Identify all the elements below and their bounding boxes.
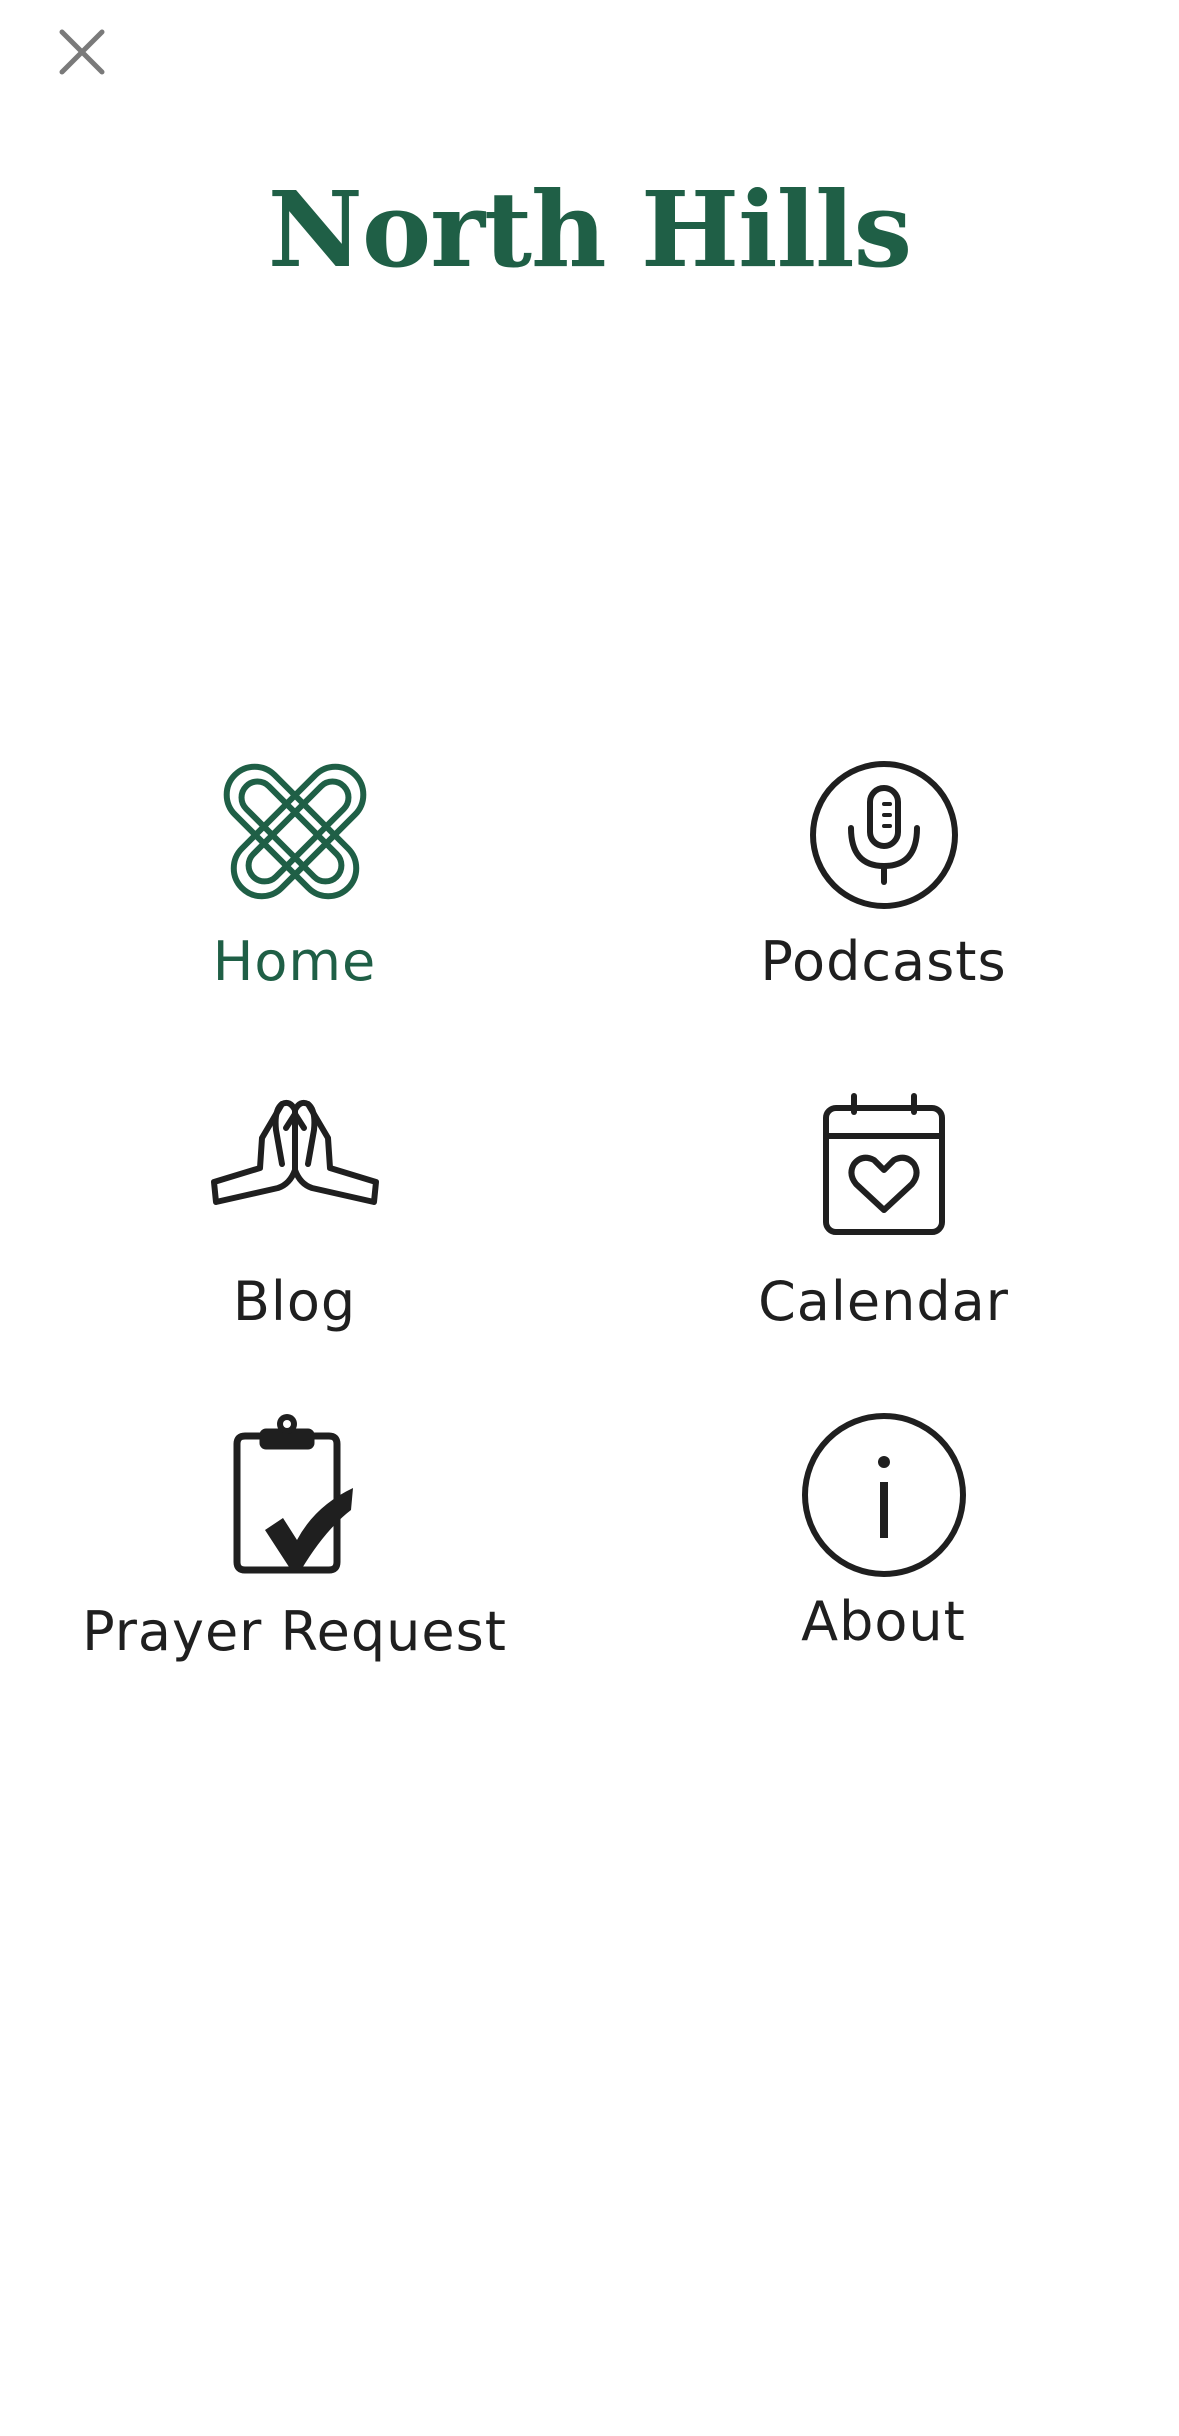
microphone-icon xyxy=(589,760,1178,910)
menu-label-podcasts: Podcasts xyxy=(760,930,1007,993)
menu-label-blog: Blog xyxy=(232,1270,357,1333)
menu-label-home: Home xyxy=(212,930,377,993)
menu-item-home[interactable]: Home xyxy=(0,760,589,1010)
praying-hands-icon xyxy=(0,1090,589,1230)
calendar-heart-icon xyxy=(589,1090,1178,1240)
close-button[interactable] xyxy=(50,20,114,84)
menu-item-blog[interactable]: Blog xyxy=(0,1090,589,1340)
menu-item-about[interactable]: About xyxy=(589,1410,1178,1680)
celtic-knot-icon xyxy=(0,760,589,910)
menu-label-prayer-request: Prayer Request xyxy=(82,1600,507,1663)
menu-item-podcasts[interactable]: Podcasts xyxy=(589,760,1178,1010)
menu-item-calendar[interactable]: Calendar xyxy=(589,1090,1178,1340)
close-icon xyxy=(59,29,105,75)
menu-label-calendar: Calendar xyxy=(758,1270,1009,1333)
app-title: North Hills xyxy=(267,168,912,291)
info-icon xyxy=(589,1410,1178,1580)
menu-label-about: About xyxy=(801,1590,966,1653)
clipboard-check-icon xyxy=(0,1410,589,1580)
menu-item-prayer-request[interactable]: Prayer Request xyxy=(0,1410,589,1680)
